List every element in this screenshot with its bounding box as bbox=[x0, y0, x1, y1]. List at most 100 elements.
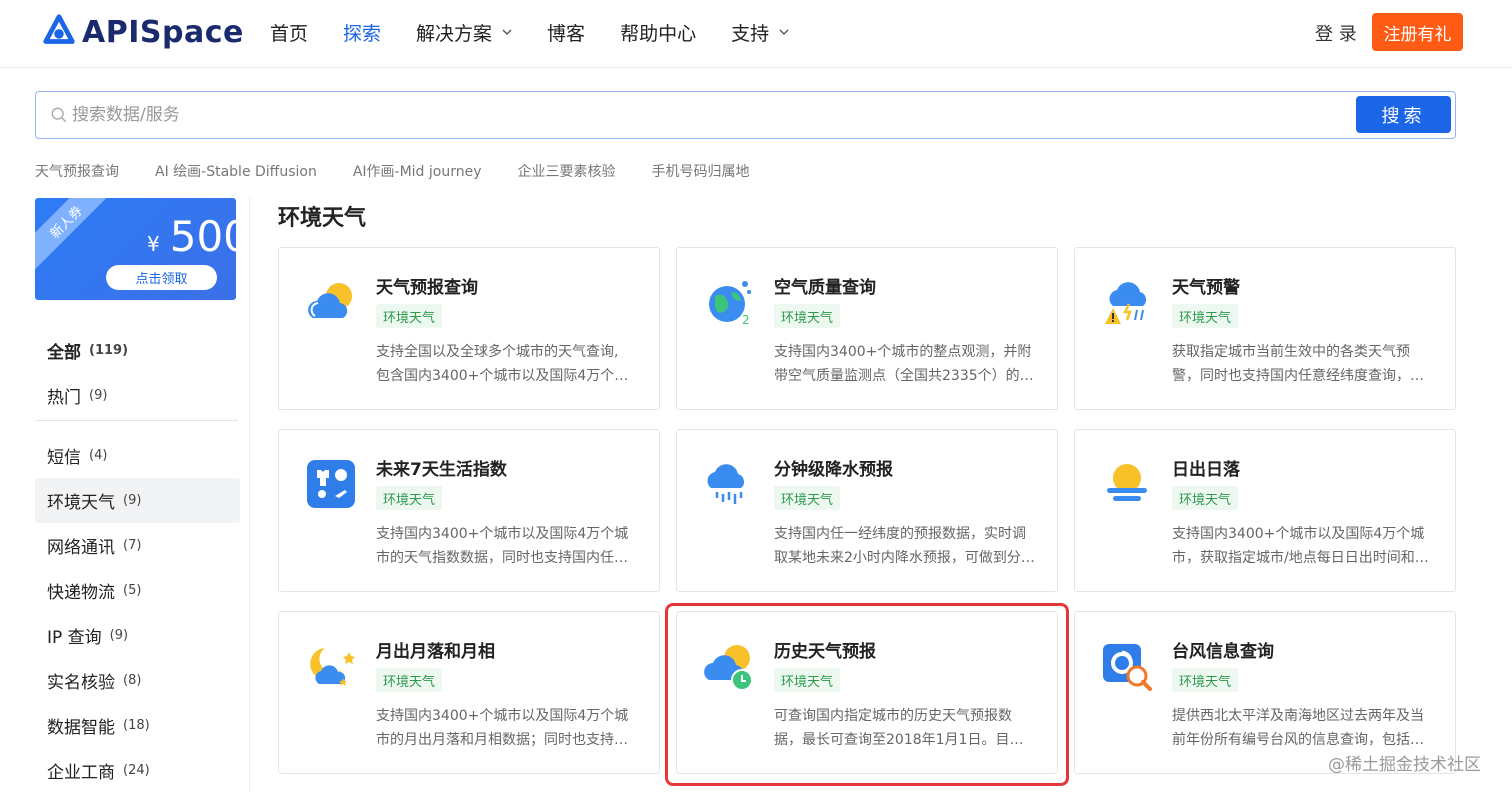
sidebar-divider bbox=[249, 198, 250, 792]
category-label: 实名核验 bbox=[47, 673, 115, 693]
category-count: (7) bbox=[123, 538, 142, 553]
card-title: 天气预报查询 bbox=[376, 278, 478, 298]
card-description: 支持国内任一经纬度的预报数据，实时调取某地未来2小时内降水预报，可做到分钟级精度 bbox=[774, 522, 1036, 570]
api-card[interactable]: 月出月落和月相环境天气支持国内3400+个城市以及国际4万个城 市的月出月落和月相… bbox=[278, 611, 660, 774]
category-label: 企业工商 bbox=[47, 763, 115, 783]
category-label: 全部 bbox=[47, 343, 81, 363]
typhoon-search-icon bbox=[1099, 638, 1155, 694]
api-card[interactable]: 天气预警 环境天气 获取指定城市当前生效中的各类天气预 警，同时也支持国内任意经纬度查… bbox=[1074, 247, 1456, 410]
coupon-value: 500 bbox=[169, 212, 236, 261]
rain-cloud-icon bbox=[701, 456, 757, 512]
nav-item-0[interactable]: 首页 bbox=[270, 19, 308, 46]
hot-tag[interactable]: 企业三要素核验 bbox=[518, 161, 616, 181]
api-card[interactable]: 天气预报查询 环境天气 支持全国以及全球多个城市的天气查询, 包含国内3400+个城市… bbox=[278, 247, 660, 410]
main-nav: 首页 探索 解决方案 博客 帮助中心 支持 bbox=[270, 0, 824, 64]
card-description: 支持国内3400+个城市以及国际4万个城市，获取指定城市/地点每日日出时间和日落… bbox=[1172, 522, 1434, 570]
card-description-line: 提供西北太平洋及南海地区过去两年及当 bbox=[1172, 708, 1424, 724]
api-card[interactable]: 2 空气质量查询 环境天气 支持国内3400+个城市的整点观测，并附 带空气质量监测点（… bbox=[676, 247, 1058, 410]
nav-item-5[interactable]: 支持 bbox=[731, 19, 789, 46]
register-button[interactable]: 注册有礼 bbox=[1372, 13, 1463, 51]
card-description: 可查询国内指定城市的历史天气预报数据，最长可查询至2018年1月1日。目前支持的… bbox=[774, 704, 1036, 752]
card-title: 分钟级降水预报 bbox=[774, 460, 893, 480]
nav-item-4[interactable]: 帮助中心 bbox=[620, 19, 696, 46]
watermark: @稀土掘金技术社区 bbox=[1328, 755, 1481, 775]
category-count: (9) bbox=[123, 493, 142, 508]
hot-tag[interactable]: AI 绘画-Stable Diffusion bbox=[155, 161, 317, 181]
claim-coupon-button[interactable]: 点击领取 bbox=[106, 265, 217, 290]
category-item[interactable]: 企业工商 (24) bbox=[35, 748, 240, 793]
card-category-tag: 环境天气 bbox=[774, 486, 841, 510]
card-description: 支持国内3400+个城市以及国际4万个城市的月出月落和月相数据；同时也支持国内任… bbox=[376, 704, 638, 752]
hot-tag[interactable]: AI作画-Mid journey bbox=[353, 161, 482, 181]
search-input[interactable] bbox=[72, 100, 1272, 130]
card-title: 日出日落 bbox=[1172, 460, 1240, 480]
category-list: 全部 (119) 热门 (9) 短信 (4) 环境天气 (9) 网络通讯 (7) 快递物流 (5) IP… bbox=[35, 328, 240, 793]
coupon-amount: ¥ 500 bbox=[147, 212, 236, 261]
category-label: 热门 bbox=[47, 388, 81, 408]
earth-icon: 2 bbox=[701, 274, 757, 330]
card-title: 未来7天生活指数 bbox=[376, 460, 507, 480]
card-category-tag: 环境天气 bbox=[1172, 486, 1239, 510]
card-category-tag: 环境天气 bbox=[376, 668, 443, 692]
card-description: 支持国内3400+个城市的整点观测，并附 带空气质量监测点（全国共2335个）的实… bbox=[774, 340, 1036, 388]
category-count: (4) bbox=[89, 448, 108, 463]
category-item[interactable]: 实名核验 (8) bbox=[35, 658, 240, 703]
category-count: (24) bbox=[123, 763, 150, 778]
card-description-line: 市的月出月落和月相数据；同时也支持国内任意经纬度 bbox=[376, 732, 638, 748]
coupon-ribbon: 新人券 bbox=[35, 198, 117, 273]
card-description: 支持国内3400+个城市以及国际4万个城市的天气指数数据，同时也支持国内任意经纬… bbox=[376, 522, 638, 570]
card-description: 支持全国以及全球多个城市的天气查询, 包含国内3400+个城市以及国际4万个城市的… bbox=[376, 340, 638, 388]
category-item[interactable]: 短信 (4) bbox=[35, 433, 240, 478]
category-item[interactable]: 全部 (119) bbox=[35, 328, 240, 373]
history-weather-icon bbox=[701, 638, 757, 694]
new-user-coupon[interactable]: 新人券 ¥ 500 点击领取 bbox=[35, 198, 236, 300]
category-item[interactable]: 快递物流 (5) bbox=[35, 568, 240, 613]
storm-warning-icon bbox=[1099, 274, 1155, 330]
category-divider bbox=[35, 420, 238, 421]
top-navbar: APISpace 首页 探索 解决方案 博客 帮助中心 支持 登 录 注册有礼 bbox=[0, 0, 1512, 68]
category-label: 数据智能 bbox=[47, 718, 115, 738]
card-description-line: 获取指定城市当前生效中的各类天气预 bbox=[1172, 344, 1410, 360]
category-item[interactable]: IP 查询 (9) bbox=[35, 613, 240, 658]
card-title: 月出月落和月相 bbox=[376, 642, 495, 662]
brand-logo[interactable]: APISpace bbox=[40, 10, 244, 54]
api-card[interactable]: 分钟级降水预报环境天气支持国内任一经纬度的预报数据，实时调 取某地未来2小时内降水… bbox=[676, 429, 1058, 592]
life-index-icon bbox=[303, 456, 359, 512]
category-item[interactable]: 环境天气 (9) bbox=[35, 478, 240, 523]
nav-item-1[interactable]: 探索 bbox=[343, 19, 381, 46]
card-title: 台风信息查询 bbox=[1172, 642, 1274, 662]
card-title: 历史天气预报 bbox=[774, 642, 876, 662]
nav-item-label: 支持 bbox=[731, 22, 770, 45]
brand-name: APISpace bbox=[82, 14, 244, 50]
card-description-line: 支持全国以及全球多个城市的天气查询, bbox=[376, 344, 619, 360]
card-description-line: 市的天气指数数据，同时也支持国内任意经纬度查询 bbox=[376, 550, 638, 566]
category-label: 网络通讯 bbox=[47, 538, 115, 558]
category-count: (9) bbox=[89, 388, 108, 403]
search-icon bbox=[51, 107, 67, 123]
login-link[interactable]: 登 录 bbox=[1315, 20, 1357, 46]
search-button[interactable]: 搜索 bbox=[1356, 96, 1451, 133]
nav-item-label: 博客 bbox=[547, 22, 586, 45]
hot-search-tags: 天气预报查询 AI 绘画-Stable Diffusion AI作画-Mid jou… bbox=[35, 161, 786, 181]
svg-text:2: 2 bbox=[742, 313, 750, 327]
card-description-line: 带空气质量监测点（全国共2335个）的实时数据 bbox=[774, 368, 1036, 384]
sun-cloud-icon bbox=[303, 274, 359, 330]
category-count: (18) bbox=[123, 718, 150, 733]
api-card[interactable]: 日出日落环境天气支持国内3400+个城市以及国际4万个城 市，获取指定城市/地点每… bbox=[1074, 429, 1456, 592]
hot-tag[interactable]: 手机号码归属地 bbox=[652, 161, 750, 181]
category-item[interactable]: 网络通讯 (7) bbox=[35, 523, 240, 568]
card-category-tag: 环境天气 bbox=[774, 668, 841, 692]
category-item[interactable]: 热门 (9) bbox=[35, 373, 240, 418]
api-card[interactable]: 历史天气预报环境天气可查询国内指定城市的历史天气预报数 据，最长可查询至2018年… bbox=[676, 611, 1058, 774]
category-label: 快递物流 bbox=[47, 583, 115, 603]
category-count: (119) bbox=[89, 343, 129, 358]
nav-item-label: 帮助中心 bbox=[620, 22, 697, 45]
section-title: 环境天气 bbox=[278, 206, 367, 231]
nav-item-2[interactable]: 解决方案 bbox=[416, 19, 512, 46]
category-item[interactable]: 数据智能 (18) bbox=[35, 703, 240, 748]
api-card[interactable]: 未来7天生活指数 环境天气 支持国内3400+个城市以及国际4万个城 市的天气指数数据… bbox=[278, 429, 660, 592]
hot-tag[interactable]: 天气预报查询 bbox=[35, 161, 119, 181]
card-description-line: 警，同时也支持国内任意经纬度查询，以及历史预警数据 bbox=[1172, 368, 1434, 384]
nav-item-3[interactable]: 博客 bbox=[547, 19, 585, 46]
card-description-line: 支持国内3400+个城市的整点观测，并附 bbox=[774, 344, 1032, 360]
